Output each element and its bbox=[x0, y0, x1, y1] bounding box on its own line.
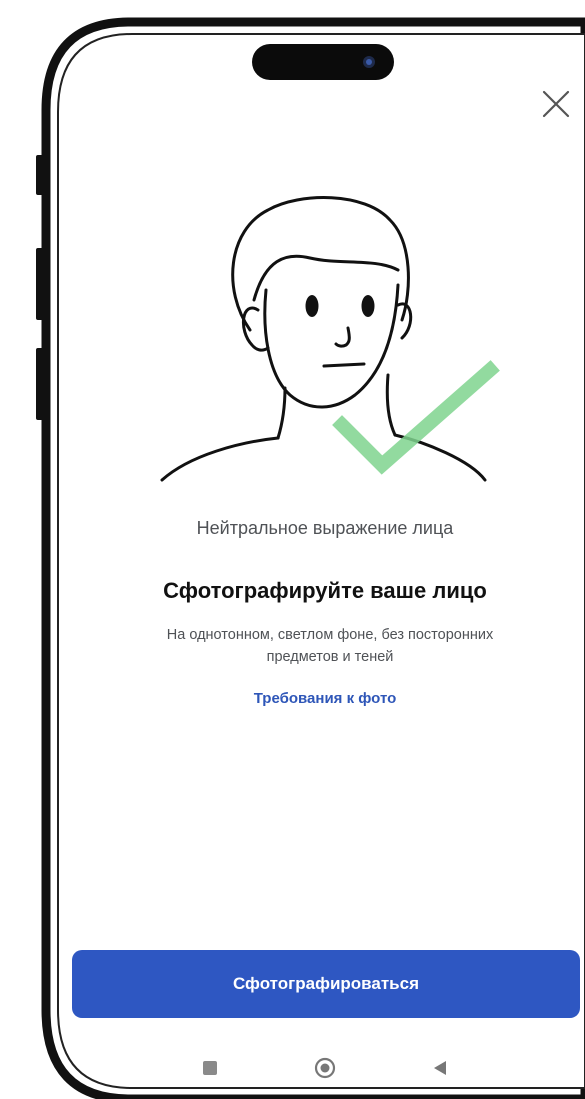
home-icon bbox=[314, 1057, 336, 1079]
instructions-text: На однотонном, светлом фоне, без посторо… bbox=[110, 624, 550, 668]
page-title: Сфотографируйте ваше лицо bbox=[163, 578, 487, 603]
recent-apps-icon bbox=[203, 1061, 217, 1075]
recent-apps-button[interactable] bbox=[198, 1056, 222, 1080]
phone-frame bbox=[36, 17, 585, 1099]
expression-caption: Нейтральное выражение лица bbox=[196, 518, 454, 538]
back-button[interactable] bbox=[428, 1056, 452, 1080]
home-button[interactable] bbox=[313, 1056, 337, 1080]
back-icon bbox=[434, 1061, 446, 1075]
take-photo-button[interactable]: Сфотографироваться bbox=[72, 950, 580, 1018]
instructions-line-1: На однотонном, светлом фоне, без посторо… bbox=[166, 627, 494, 643]
face-illustration-icon bbox=[160, 196, 500, 482]
close-icon bbox=[542, 90, 570, 118]
screen: Нейтральное выражение лица Сфотографируй… bbox=[0, 0, 585, 1099]
system-nav-bar bbox=[150, 1048, 480, 1088]
close-button[interactable] bbox=[538, 86, 574, 122]
instructions-line-2: предметов и теней bbox=[266, 649, 394, 665]
photo-requirements-link[interactable]: Требования к фото bbox=[70, 690, 580, 707]
